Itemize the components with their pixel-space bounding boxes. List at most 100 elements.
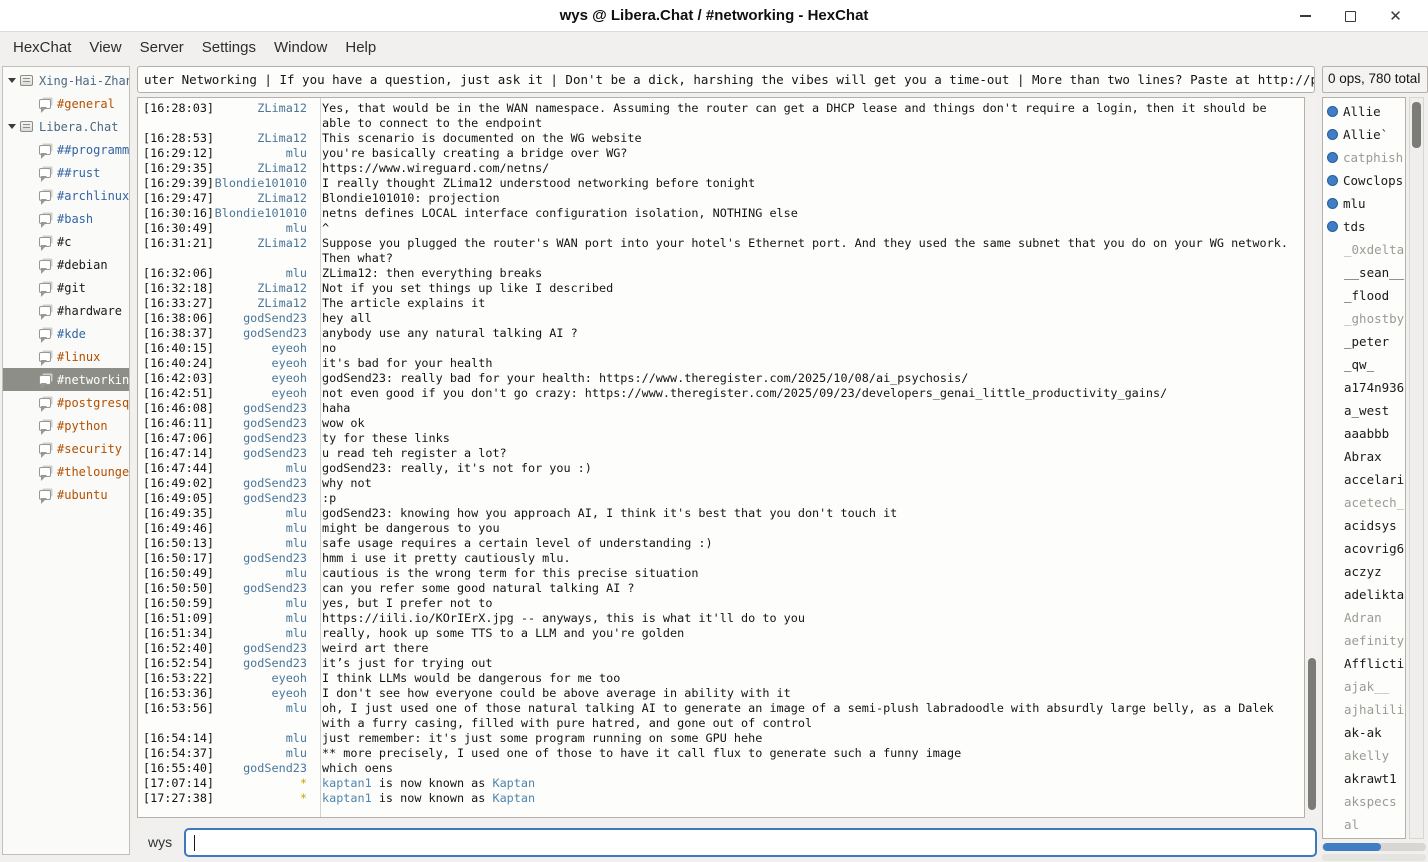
message-nick[interactable]: mlu [214, 626, 314, 641]
message-nick[interactable]: Blondie101010 [214, 176, 314, 191]
userlist-item[interactable]: ajhalili2 [1323, 698, 1405, 721]
expander-icon[interactable] [8, 78, 16, 87]
message-nick[interactable]: mlu [214, 461, 314, 476]
chat-scrollbar-thumb[interactable] [1308, 658, 1316, 810]
message-nick[interactable]: godSend23 [214, 656, 314, 671]
userlist-item[interactable]: ak-ak [1323, 721, 1405, 744]
userlist-item[interactable]: ajak__ [1323, 675, 1405, 698]
userlist-item[interactable]: a174n936 [1323, 376, 1405, 399]
tree-channel-hardware[interactable]: #hardware [3, 299, 129, 322]
message-nick[interactable]: ZLima12 [214, 131, 314, 146]
tree-channel-kde[interactable]: #kde [3, 322, 129, 345]
message-nick[interactable]: eyeoh [214, 386, 314, 401]
menu-item-view[interactable]: View [80, 35, 130, 60]
userlist-item[interactable]: __sean__ [1323, 261, 1405, 284]
userlist-item[interactable]: al [1323, 813, 1405, 836]
tree-channel-ubuntu[interactable]: #ubuntu [3, 483, 129, 506]
message-nick[interactable]: godSend23 [214, 446, 314, 461]
userlist-horizontal-scrollbar[interactable] [1322, 843, 1426, 851]
userlist-item[interactable]: accelario [1323, 468, 1405, 491]
tree-channel-postgresql[interactable]: #postgresql [3, 391, 129, 414]
chat-vertical-scrollbar[interactable] [1307, 98, 1317, 817]
bottom-horizontal-scrollbar[interactable] [1322, 854, 1426, 861]
tree-channel-bash[interactable]: #bash [3, 207, 129, 230]
message-nick[interactable]: mlu [214, 701, 314, 716]
userlist-item[interactable]: aaabbb [1323, 422, 1405, 445]
tree-channel-thelounge[interactable]: #thelounge [3, 460, 129, 483]
userlist-item[interactable]: aefinity [1323, 629, 1405, 652]
message-nick[interactable]: mlu [214, 731, 314, 746]
message-nick[interactable]: Blondie101010 [214, 206, 314, 221]
userlist-item[interactable]: _flood [1323, 284, 1405, 307]
message-nick[interactable]: mlu [214, 221, 314, 236]
minimize-button[interactable] [1283, 0, 1328, 32]
tree-channel-networking[interactable]: #networking [3, 368, 129, 391]
userlist-item[interactable]: Afflictio [1323, 652, 1405, 675]
message-nick[interactable]: godSend23 [214, 491, 314, 506]
message-nick[interactable]: godSend23 [214, 476, 314, 491]
message-nick[interactable]: ZLima12 [214, 191, 314, 206]
message-nick[interactable]: godSend23 [214, 401, 314, 416]
tree-channel-debian[interactable]: #debian [3, 253, 129, 276]
menu-item-help[interactable]: Help [336, 35, 385, 60]
message-nick[interactable]: godSend23 [214, 431, 314, 446]
userlist-item[interactable]: akspecs [1323, 790, 1405, 813]
message-nick[interactable]: mlu [214, 746, 314, 761]
menu-item-hexchat[interactable]: HexChat [4, 35, 80, 60]
tree-channel-python[interactable]: #python [3, 414, 129, 437]
message-nick[interactable]: eyeoh [214, 341, 314, 356]
tree-server-Xing-Hai-Zhan[interactable]: Xing-Hai-Zhan [3, 69, 129, 92]
message-nick[interactable]: mlu [214, 536, 314, 551]
message-nick[interactable]: mlu [214, 146, 314, 161]
message-nick[interactable]: ZLima12 [214, 236, 314, 251]
message-nick[interactable]: ZLima12 [214, 101, 314, 116]
chat-text-area[interactable]: [16:28:03]ZLima12Yes, that would be in t… [137, 97, 1305, 818]
userlist-item[interactable]: Allie` [1323, 123, 1405, 146]
userlist-item[interactable]: a_west [1323, 399, 1405, 422]
message-nick[interactable]: ZLima12 [214, 281, 314, 296]
userlist-item[interactable]: alan [1323, 836, 1405, 839]
message-nick[interactable]: mlu [214, 266, 314, 281]
userlist-item[interactable]: adeliktas [1323, 583, 1405, 606]
message-nick[interactable]: godSend23 [214, 326, 314, 341]
userlist-item[interactable]: _qw_ [1323, 353, 1405, 376]
tree-channel-c[interactable]: #c [3, 230, 129, 253]
userlist-scrollbar-thumb[interactable] [1412, 102, 1421, 148]
tree-channel-security[interactable]: #security [3, 437, 129, 460]
tree-channel-git[interactable]: #git [3, 276, 129, 299]
tree-channel-linux[interactable]: #linux [3, 345, 129, 368]
userlist-item[interactable]: _peter [1323, 330, 1405, 353]
message-input[interactable] [184, 828, 1317, 857]
message-nick[interactable]: eyeoh [214, 356, 314, 371]
menu-item-window[interactable]: Window [265, 35, 336, 60]
tree-channel-rust[interactable]: ##rust [3, 161, 129, 184]
message-nick[interactable]: godSend23 [214, 311, 314, 326]
userlist-hscrollbar-thumb[interactable] [1323, 843, 1381, 851]
userlist-item[interactable]: aczyz [1323, 560, 1405, 583]
message-nick[interactable]: mlu [214, 596, 314, 611]
message-nick[interactable]: eyeoh [214, 371, 314, 386]
expander-icon[interactable] [8, 124, 16, 133]
message-nick[interactable]: mlu [214, 521, 314, 536]
user-list[interactable]: AllieAllie`catphishCowclops`mlutds_0xdel… [1322, 97, 1406, 839]
message-nick[interactable]: ZLima12 [214, 296, 314, 311]
userlist-item[interactable]: _ghostbyt [1323, 307, 1405, 330]
userlist-item[interactable]: Adran [1323, 606, 1405, 629]
userlist-item[interactable]: acovrig60 [1323, 537, 1405, 560]
message-nick[interactable]: eyeoh [214, 686, 314, 701]
message-nick[interactable]: godSend23 [214, 761, 314, 776]
channel-tree[interactable]: Xing-Hai-Zhan#generalLibera.Chat##progra… [2, 66, 130, 855]
userlist-item[interactable]: Cowclops` [1323, 169, 1405, 192]
message-nick[interactable]: mlu [214, 566, 314, 581]
userlist-item[interactable]: acetech_ [1323, 491, 1405, 514]
userlist-item[interactable]: catphish [1323, 146, 1405, 169]
tree-channel-general[interactable]: #general [3, 92, 129, 115]
userlist-item[interactable]: tds [1323, 215, 1405, 238]
userlist-vertical-scrollbar[interactable] [1409, 97, 1424, 839]
message-nick[interactable]: godSend23 [214, 416, 314, 431]
tree-channel-archlinux[interactable]: #archlinux [3, 184, 129, 207]
message-nick[interactable]: mlu [214, 611, 314, 626]
message-nick[interactable]: godSend23 [214, 581, 314, 596]
userlist-item[interactable]: akelly [1323, 744, 1405, 767]
userlist-item[interactable]: mlu [1323, 192, 1405, 215]
